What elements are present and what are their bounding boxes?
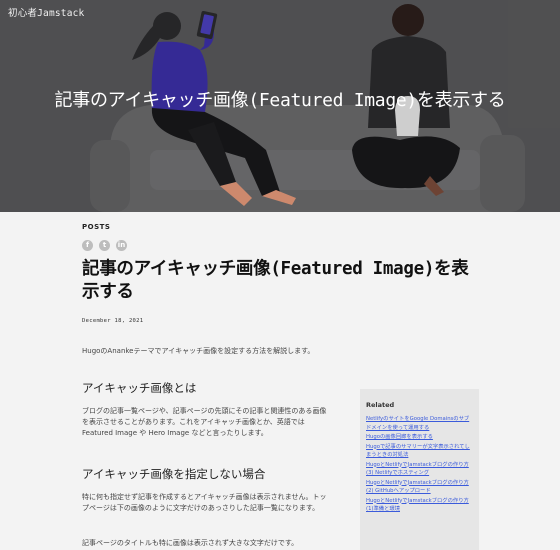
- featured-image-paragraph: ブログの記事一覧ページや、記事ページの先頭にその記事と関連性のある画像を表示させ…: [82, 407, 327, 437]
- title-paragraph: 記事ページのタイトルも特に画像は表示されず大きな文字だけです。: [82, 539, 299, 547]
- no-featured-paragraph: 特に何も指定せず記事を作成するとアイキャッチ画像は表示されません。トップページは…: [82, 493, 327, 512]
- post-date: December 18, 2021: [82, 318, 144, 324]
- page-title: 記事のアイキャッチ画像(Featured Image)を表示する: [82, 259, 469, 302]
- related-title: Related: [366, 401, 395, 409]
- related-link[interactable]: Hugoの画像回廊を表示する: [366, 433, 473, 442]
- twitter-icon[interactable]: t: [99, 240, 110, 251]
- related-link[interactable]: HugoとNetlifyでJamstackブログの作り方 (3) Netlify…: [366, 461, 473, 478]
- intro-paragraph: HugoのAnankeテーマでアイキャッチ画像を設定する方法を解説します。: [82, 347, 315, 355]
- site-title-link[interactable]: 初心者Jamstack: [8, 5, 84, 19]
- share-buttons: f t in: [82, 240, 127, 251]
- heading-no-featured-image: アイキャッチ画像を指定しない場合: [82, 467, 266, 481]
- linkedin-icon[interactable]: in: [116, 240, 127, 251]
- related-link[interactable]: NetlifyのサイトをGoogle Domainsのサブドメインを使って運用す…: [366, 415, 473, 432]
- related-posts: Related NetlifyのサイトをGoogle Domainsのサブドメイ…: [360, 389, 479, 550]
- section-label: POSTS: [82, 223, 111, 231]
- hero-title: 記事のアイキャッチ画像(Featured Image)を表示する: [54, 90, 506, 111]
- facebook-icon[interactable]: f: [82, 240, 93, 251]
- related-link[interactable]: HugoとNetlifyでJamstackブログの作り方 (2) GitHubへ…: [366, 479, 473, 496]
- related-link[interactable]: HugoとNetlifyでJamstackブログの作り方 (1)準備と環境: [366, 497, 473, 514]
- hero-banner: 初心者Jamstack 記事のアイキャッチ画像(Featured Image)を…: [0, 0, 560, 212]
- heading-featured-image: アイキャッチ画像とは: [82, 381, 197, 395]
- related-link[interactable]: Hugoで記事のサマリーが文字表示されてしまうときの対処法: [366, 443, 473, 460]
